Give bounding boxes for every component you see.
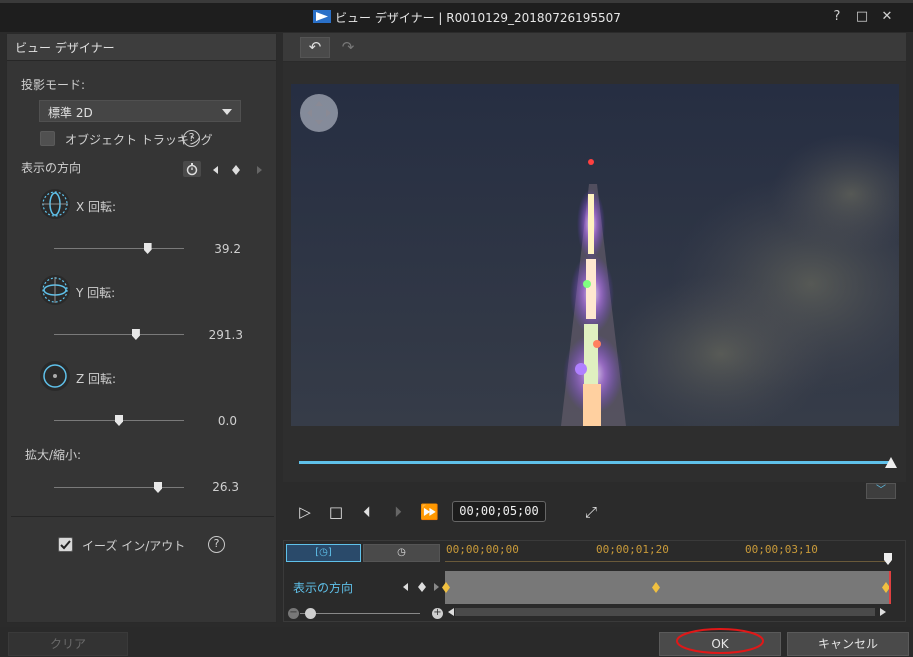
zoom-out-icon[interactable]: − [288,608,299,619]
timecode-display[interactable]: 00;00;05;00 [452,501,546,522]
undo-icon[interactable]: ↶ [300,37,330,58]
y-rotation-label: Y 回転: [76,286,116,300]
projection-mode-label: 投影モード: [21,78,86,92]
z-rotation-label: Z 回転: [76,372,117,386]
z-rotation-value: 0.0 [217,414,237,428]
fullscreen-icon[interactable]: ⤢ [582,503,600,521]
ease-in-out-label: イーズ イン/アウト [82,539,186,553]
ease-help-icon[interactable]: ? [208,536,225,553]
stop-icon[interactable]: □ [327,503,345,521]
keyframe-nav-icons[interactable] [212,164,264,176]
video-preview[interactable] [291,84,899,426]
timeline-ruler[interactable] [445,561,891,562]
projection-mode-value: 標準 2D [48,106,93,120]
timeline-zoom-slider[interactable] [300,613,420,614]
zoom-in-icon[interactable]: + [432,608,443,619]
object-tracking-checkbox[interactable] [40,131,55,146]
x-rotation-icon [40,189,70,219]
stopwatch-icon[interactable] [183,161,201,177]
z-rotation-slider-thumb[interactable] [115,415,123,426]
y-rotation-slider[interactable] [54,334,184,335]
cancel-button[interactable]: キャンセル [787,632,909,656]
x-rotation-slider[interactable] [54,248,184,249]
chevron-down-icon [222,109,232,115]
projection-mode-dropdown[interactable]: 標準 2D [39,100,241,122]
timeline-zoom-thumb[interactable] [305,608,316,619]
object-tracking-help-icon[interactable]: ? [183,130,200,147]
edit-toolbar: ↶ ↷ [283,33,906,61]
maximize-button[interactable]: □ [854,9,870,25]
panel-divider [11,516,274,517]
playhead-icon[interactable] [884,553,892,565]
x-rotation-slider-thumb[interactable] [143,243,152,254]
view-direction-track[interactable] [445,571,891,604]
ease-in-out-checkbox[interactable] [58,537,73,552]
video-frame-image [291,84,899,426]
previous-frame-icon[interactable]: ⏴ [358,503,376,521]
view-designer-panel: ビュー デザイナー 投影モード: 標準 2D オブジェクト トラッキング ? 表… [6,33,277,623]
chevron-down-icon[interactable]: ﹀ [866,483,896,499]
y-rotation-icon [40,275,70,305]
playhead-line [889,571,891,604]
timeline-tab-view-direction[interactable]: [◷] [286,544,361,562]
help-button[interactable]: ? [829,9,845,25]
scroll-right-icon[interactable] [879,608,887,616]
zoom-slider[interactable] [54,487,184,488]
next-frame-icon[interactable]: ⏵ [389,503,407,521]
dialog-footer: クリア OK キャンセル [0,627,913,657]
play-icon[interactable]: ▷ [296,503,314,521]
ok-highlight-annotation [676,628,764,654]
app-logo-icon [313,10,331,23]
window-title: ビュー デザイナー | R0010129_20180726195507 [335,11,621,25]
y-rotation-value: 291.3 [208,328,243,342]
zoom-value: 26.3 [212,480,239,494]
direction-label: 表示の方向 [21,161,82,175]
timeline-scrollbar[interactable] [455,608,875,616]
panel-header: ビュー デザイナー [7,34,276,61]
fast-forward-icon[interactable]: ⏩ [420,503,439,521]
zoom-label: 拡大/縮小: [25,448,82,462]
track-keyframe-nav-icons[interactable] [402,581,442,593]
ruler-time-1: 00;00;01;20 [596,543,669,556]
scroll-left-icon[interactable] [447,608,455,616]
x-rotation-value: 39.2 [214,242,241,256]
track-label-view-direction: 表示の方向 [293,581,354,595]
timeline-tab-clock[interactable]: ◷ [363,544,440,562]
ruler-time-2: 00;00;03;10 [745,543,818,556]
zoom-slider-thumb[interactable] [154,482,162,493]
y-rotation-slider-thumb[interactable] [131,329,140,340]
redo-icon[interactable]: ↷ [333,37,363,58]
z-rotation-icon [40,361,70,391]
checkmark-icon [60,540,71,550]
x-rotation-label: X 回転: [76,200,117,214]
360-navigation-icon[interactable] [300,94,338,132]
clear-button[interactable]: クリア [8,632,128,656]
playback-progress-bar[interactable] [299,461,891,464]
title-bar: ビュー デザイナー | R0010129_20180726195507 ? □ … [0,0,913,32]
close-button[interactable]: ✕ [879,9,895,25]
ruler-time-0: 00;00;00;00 [446,543,519,556]
